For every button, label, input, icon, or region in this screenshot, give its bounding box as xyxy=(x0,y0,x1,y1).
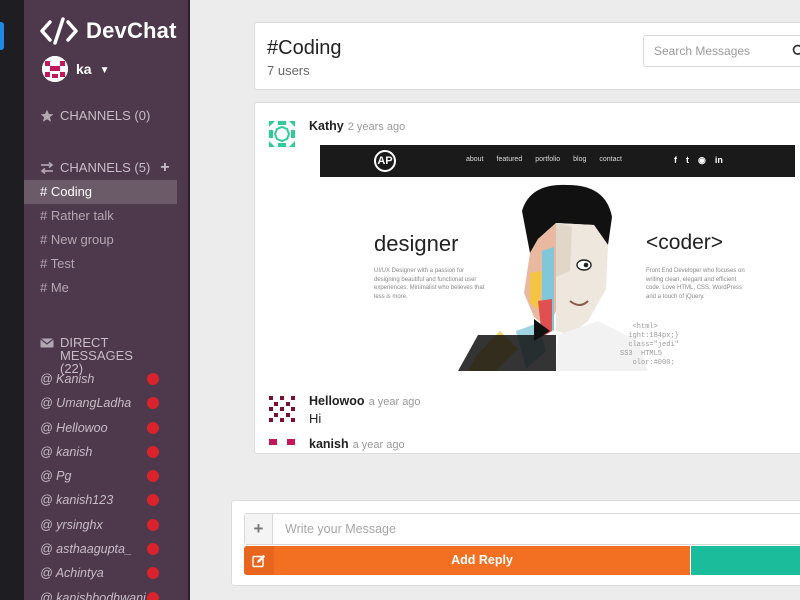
dm-item-label: @ Achintya xyxy=(40,566,104,581)
linkedin-icon: in xyxy=(714,155,723,165)
dm-item-label: @ kanish xyxy=(40,444,93,459)
channel-item-new-group[interactable]: # New group xyxy=(24,228,177,252)
app-name: DevChat xyxy=(86,18,177,43)
message-time: a year ago xyxy=(352,439,405,451)
attachment-nav-link: blog xyxy=(573,156,587,163)
channels-label: CHANNELS (5) xyxy=(60,160,151,175)
starred-channels-label: CHANNELS (0) xyxy=(60,108,151,123)
message-author[interactable]: kanish xyxy=(309,437,349,451)
search-box xyxy=(643,35,800,67)
dm-item[interactable]: @ kanish123 xyxy=(24,488,188,512)
facebook-icon: f xyxy=(674,155,677,165)
dm-item-label: @ UmangLadha xyxy=(40,396,132,411)
app-rail xyxy=(0,0,24,600)
avatar xyxy=(267,119,297,149)
twitter-icon: t xyxy=(686,155,689,165)
channel-user-count: 7 users xyxy=(267,63,310,78)
unread-dot xyxy=(147,421,159,434)
message-time: a year ago xyxy=(368,396,421,408)
dm-item[interactable]: @ Achintya xyxy=(24,561,188,585)
attachment-logo: AP xyxy=(374,150,396,172)
message-author[interactable]: Kathy xyxy=(309,119,344,133)
dm-item-label: @ Hellowoo xyxy=(40,420,108,435)
starred-channels-header[interactable]: CHANNELS (0) xyxy=(40,108,150,123)
message-list: Kathy 2 years ago AP about featured portf… xyxy=(254,102,800,454)
unread-dot xyxy=(147,445,159,458)
attachment-nav-link: portfolio xyxy=(535,156,561,163)
dm-item-label: @ kanish123 xyxy=(40,493,114,508)
avatar xyxy=(42,56,68,82)
sidebar: DevChat ka ▼ CHANNELS (0) CHANNELS (5) +… xyxy=(24,0,188,600)
unread-dot xyxy=(147,470,159,483)
dm-item-label: @ kanishbodhwani xyxy=(40,590,146,600)
edit-button[interactable] xyxy=(244,546,274,575)
attach-file-button[interactable]: + xyxy=(245,514,273,544)
attachment-navbar: AP about featured portfolio blog contact… xyxy=(320,145,795,177)
unread-dot xyxy=(147,518,159,531)
attachment-nav-link: featured xyxy=(496,156,523,163)
channel-item-test[interactable]: # Test xyxy=(24,252,177,276)
message-composer: + xyxy=(244,513,800,545)
dm-item-label: @ asthaagupta_ xyxy=(40,542,132,557)
search-input[interactable] xyxy=(654,44,784,58)
edit-icon xyxy=(252,554,266,568)
dm-item[interactable]: @ kanishbodhwani xyxy=(24,586,188,600)
exchange-icon xyxy=(40,161,54,174)
channel-item-rather-talk[interactable]: # Rather talk xyxy=(24,204,177,228)
unread-dot xyxy=(147,494,159,507)
unread-dot xyxy=(147,543,159,556)
dm-item[interactable]: @ Kanish xyxy=(24,367,188,391)
star-icon xyxy=(40,109,54,122)
message-input[interactable] xyxy=(285,522,765,536)
unread-dot xyxy=(147,591,159,600)
dm-item[interactable]: @ yrsinghx xyxy=(24,513,188,537)
envelope-icon xyxy=(40,338,54,348)
reply-actions: Add Reply xyxy=(244,546,800,575)
sidebar-divider xyxy=(188,0,190,600)
search-icon[interactable] xyxy=(792,44,800,58)
username: ka xyxy=(76,61,92,77)
reply-panel: + Add Reply xyxy=(231,500,800,586)
attachment-nav-links: about featured portfolio blog contact xyxy=(466,156,622,163)
channel-item-coding[interactable]: # Coding xyxy=(24,180,177,204)
attachment-nav-link: contact xyxy=(599,156,622,163)
channel-item-me[interactable]: # Me xyxy=(24,276,177,300)
message-time: 2 years ago xyxy=(347,121,406,133)
dribbble-icon: ◉ xyxy=(698,155,706,165)
add-channel-icon[interactable]: + xyxy=(160,159,169,175)
channel-title: #Coding xyxy=(267,37,342,59)
dm-item[interactable]: @ Pg xyxy=(24,464,188,488)
dm-item-label: @ Kanish xyxy=(40,372,95,386)
direct-message-list: @ Kanish @ UmangLadha @ Hellowoo @ kanis… xyxy=(24,367,188,600)
unread-dot xyxy=(147,397,159,410)
attachment-nav-link: about xyxy=(466,156,484,163)
dm-item-label: @ Pg xyxy=(40,469,72,484)
brand[interactable]: DevChat xyxy=(40,14,177,48)
message-image-attachment[interactable]: AP about featured portfolio blog contact… xyxy=(320,143,795,371)
dm-item[interactable]: @ UmangLadha xyxy=(24,391,188,415)
message-text: Hi xyxy=(309,411,322,426)
attachment-code-snippet: <html> ight:184px;} class="jedi" SS3 HTM… xyxy=(620,323,679,367)
dm-item[interactable]: @ kanish xyxy=(24,440,188,464)
message-author[interactable]: Hellowoo xyxy=(309,394,365,408)
rail-active-indicator xyxy=(0,22,4,50)
channel-list: # Coding # Rather talk # New group # Tes… xyxy=(24,180,177,300)
user-menu[interactable]: ka ▼ xyxy=(42,56,109,82)
avatar xyxy=(267,394,297,424)
add-reply-button[interactable]: Add Reply xyxy=(274,546,690,575)
dm-item[interactable]: @ asthaagupta_ xyxy=(24,537,188,561)
unread-dot xyxy=(147,373,159,385)
avatar xyxy=(267,437,297,453)
dm-item-label: @ yrsinghx xyxy=(40,517,103,532)
attachment-social-icons: f t ◉ in xyxy=(674,155,723,166)
unread-dot xyxy=(147,567,159,580)
channels-header[interactable]: CHANNELS (5) + xyxy=(40,159,170,175)
upload-media-button[interactable] xyxy=(691,546,800,575)
attachment-blurb-coder: Front End Developer who focuses on writi… xyxy=(646,268,745,300)
dm-item[interactable]: @ Hellowoo xyxy=(24,416,188,440)
caret-down-icon: ▼ xyxy=(99,64,110,76)
code-icon xyxy=(40,17,78,45)
channel-header: #Coding 7 users xyxy=(254,22,800,90)
